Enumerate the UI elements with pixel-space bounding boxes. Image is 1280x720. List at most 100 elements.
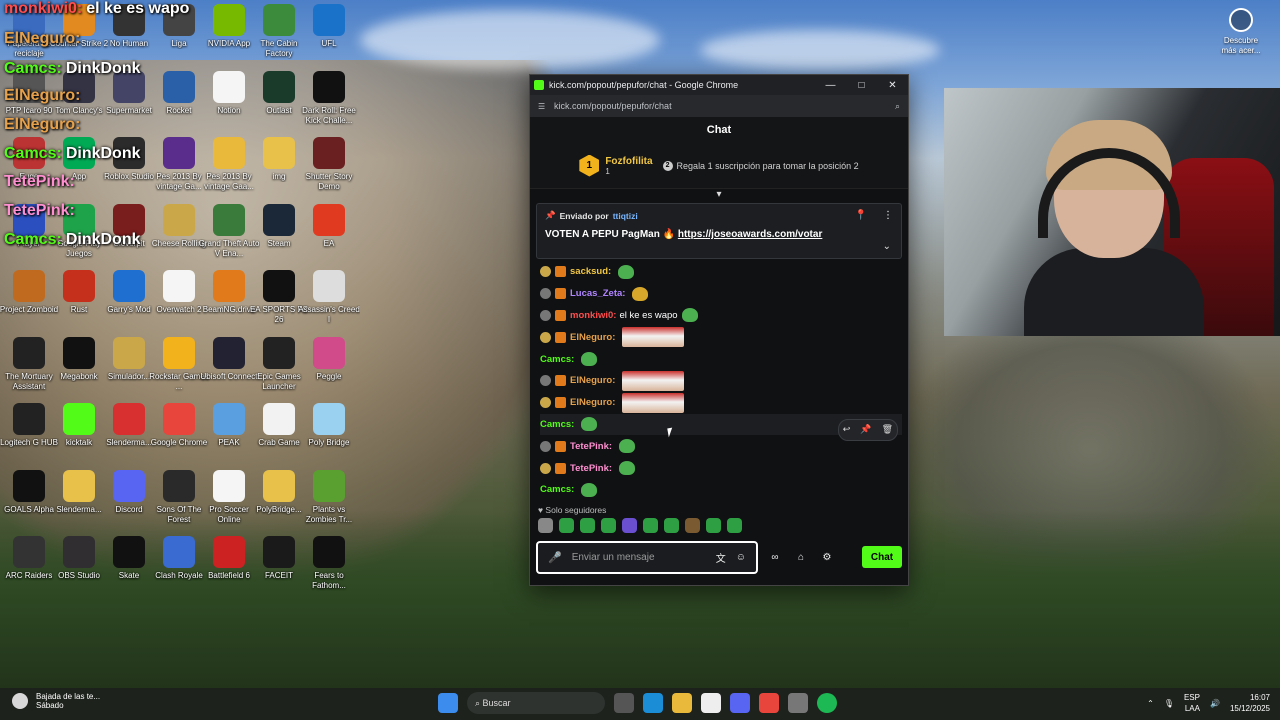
delete-icon[interactable]: 🗑 <box>882 424 893 435</box>
microphone-tray-icon[interactable]: 🎙 <box>1164 699 1174 708</box>
url-text[interactable]: kick.com/popout/pepufor/chat <box>554 101 895 111</box>
app-icon <box>163 536 195 568</box>
desktop-icon-label: EA <box>323 238 335 248</box>
chrome-icon[interactable] <box>759 693 779 713</box>
file-explorer-icon[interactable] <box>672 693 692 713</box>
pin-message-icon[interactable]: 📌 <box>860 424 871 435</box>
desktop-icon[interactable]: Fears to Fathom... <box>298 536 360 591</box>
chat-username[interactable]: TetePink: <box>570 463 612 474</box>
clock[interactable]: 16:07 15/12/2025 <box>1230 692 1270 714</box>
zoom-icon[interactable]: ⌕ <box>895 101 900 112</box>
window-title: kick.com/popout/pepufor/chat - Google Ch… <box>549 80 739 90</box>
chat-message[interactable]: Camcs: ↩ 📌 🗑 <box>540 413 902 441</box>
emote-avatar-icon[interactable] <box>538 518 553 534</box>
pinned-by-user[interactable]: ttiqtizi <box>613 211 638 221</box>
desktop-icon[interactable]: EA <box>298 203 360 249</box>
weather-title: Bajada de las te... <box>36 692 101 701</box>
send-chat-button[interactable]: Chat <box>862 546 902 569</box>
chat-username[interactable]: Lucas_Zeta: <box>570 288 625 299</box>
more-options-icon[interactable]: ⋮ <box>883 210 893 221</box>
reply-icon[interactable]: ↩ <box>843 424 851 435</box>
chat-username[interactable]: sacksud: <box>570 266 611 277</box>
chat-username[interactable]: Camcs: <box>540 484 574 495</box>
emote-icon[interactable] <box>664 518 679 534</box>
tray-chevron-icon[interactable]: ⌃ <box>1147 699 1154 708</box>
desktop-icon[interactable]: Plants vs Zombies Tr... <box>298 469 360 525</box>
translate-icon[interactable]: 文 <box>716 550 726 565</box>
chat-username[interactable]: monkiwi0: <box>570 310 616 321</box>
message-placeholder[interactable]: Enviar un mensaje <box>572 552 706 563</box>
emote-icon[interactable] <box>559 518 574 534</box>
address-bar[interactable]: ☰ kick.com/popout/pepufor/chat ⌕ <box>530 95 908 117</box>
emoji-icon[interactable]: ☺ <box>736 552 746 563</box>
edge-icon[interactable] <box>643 693 663 713</box>
emote-icon[interactable] <box>622 518 637 534</box>
chat-message[interactable]: ElNeguro: <box>540 326 902 348</box>
pinned-link[interactable]: https://joseoawards.com/votar <box>678 229 822 240</box>
desktop-icon[interactable]: UFL <box>298 4 360 49</box>
emote-icon[interactable] <box>601 518 616 534</box>
collapse-chevron-icon[interactable]: ▾ <box>530 189 908 203</box>
store-icon[interactable]: ⌂ <box>792 552 810 563</box>
chat-message[interactable]: TetePink: <box>540 435 902 457</box>
chat-message[interactable]: Camcs: <box>540 479 902 501</box>
language-indicator[interactable]: ESP LAA <box>1184 692 1200 714</box>
message-input[interactable]: 🎤 Enviar un mensaje 文 ☺ <box>536 540 758 574</box>
quick-emote-row[interactable] <box>530 515 908 537</box>
chat-message[interactable]: ElNeguro: <box>540 370 902 392</box>
close-button[interactable]: ✕ <box>877 80 908 91</box>
overlay-chat-line: monkiwi0: el ke es wapo <box>4 0 189 18</box>
chat-username[interactable]: Camcs: <box>540 354 574 365</box>
chat-message[interactable]: Lucas_Zeta: <box>540 283 902 305</box>
desktop-icon[interactable]: Peggle <box>298 336 360 382</box>
points-icon[interactable]: ∞ <box>766 552 784 563</box>
chat-username[interactable]: ElNeguro: <box>570 375 615 386</box>
user-badge-icon <box>540 375 551 387</box>
desktop-icon[interactable]: Shutter Story Demo <box>298 137 360 192</box>
weather-widget[interactable]: Bajada de las te... Sábado <box>12 692 100 710</box>
chat-message[interactable]: Camcs: <box>540 348 902 370</box>
pinned-message[interactable]: 📌 Enviado por ttiqtizi VOTEN A PEPU PagM… <box>536 203 902 259</box>
leaderboard[interactable]: 1 Fozfofilita 1 2 Regala 1 suscripción p… <box>530 143 908 189</box>
chat-username[interactable]: TetePink: <box>570 441 612 452</box>
volume-icon[interactable]: 🔊 <box>1210 699 1220 708</box>
task-view-icon[interactable] <box>614 693 634 713</box>
app-icon <box>113 536 145 568</box>
chat-message-list[interactable]: sacksud: Lucas_Zeta: monkiwi0: el ke es wap… <box>530 259 908 501</box>
emote-icon[interactable] <box>643 518 658 534</box>
maximize-button[interactable]: □ <box>846 80 877 91</box>
site-info-icon[interactable]: ☰ <box>538 102 550 111</box>
chat-message[interactable]: monkiwi0: el ke es wapo <box>540 305 902 327</box>
start-icon[interactable] <box>438 693 458 713</box>
unpin-icon[interactable]: 📍 <box>855 210 867 221</box>
emote-icon[interactable] <box>706 518 721 534</box>
spotify-icon[interactable] <box>817 693 837 713</box>
microphone-icon[interactable]: 🎤 <box>548 551 562 564</box>
desktop-icon[interactable]: Poly Bridge <box>298 403 360 448</box>
chat-username[interactable]: ElNeguro: <box>570 332 615 343</box>
discord-icon[interactable] <box>730 693 750 713</box>
sub-badge-icon <box>555 288 566 300</box>
chat-message[interactable]: sacksud: <box>540 261 902 283</box>
chat-username[interactable]: ElNeguro: <box>570 397 615 408</box>
obs-icon[interactable] <box>788 693 808 713</box>
desktop-icon[interactable]: Assassin's Creed I <box>298 270 360 325</box>
leader-name[interactable]: Fozfofilita <box>605 156 652 167</box>
image-emote <box>622 327 685 348</box>
discover-widget[interactable]: Descubre más acer... <box>1218 8 1264 56</box>
chat-username[interactable]: Camcs: <box>540 419 574 430</box>
chat-message[interactable]: ElNeguro: <box>540 392 902 414</box>
emote-icon[interactable] <box>685 518 700 534</box>
emote-icon[interactable] <box>727 518 742 534</box>
settings-gear-icon[interactable]: ⚙ <box>818 552 836 563</box>
app-icon <box>113 469 145 502</box>
chat-message[interactable]: TetePink: <box>540 457 902 479</box>
window-titlebar[interactable]: kick.com/popout/pepufor/chat - Google Ch… <box>530 75 908 95</box>
emote-icon <box>618 264 635 279</box>
emote-icon[interactable] <box>580 518 595 534</box>
expand-chevron-icon[interactable]: ⌄ <box>883 241 891 252</box>
store-icon[interactable] <box>701 693 721 713</box>
minimize-button[interactable]: — <box>815 80 846 91</box>
taskbar-search[interactable]: ⌕ Buscar <box>467 692 605 714</box>
desktop-icon[interactable]: Dark Roll: Free Kick Challe... <box>298 70 360 126</box>
